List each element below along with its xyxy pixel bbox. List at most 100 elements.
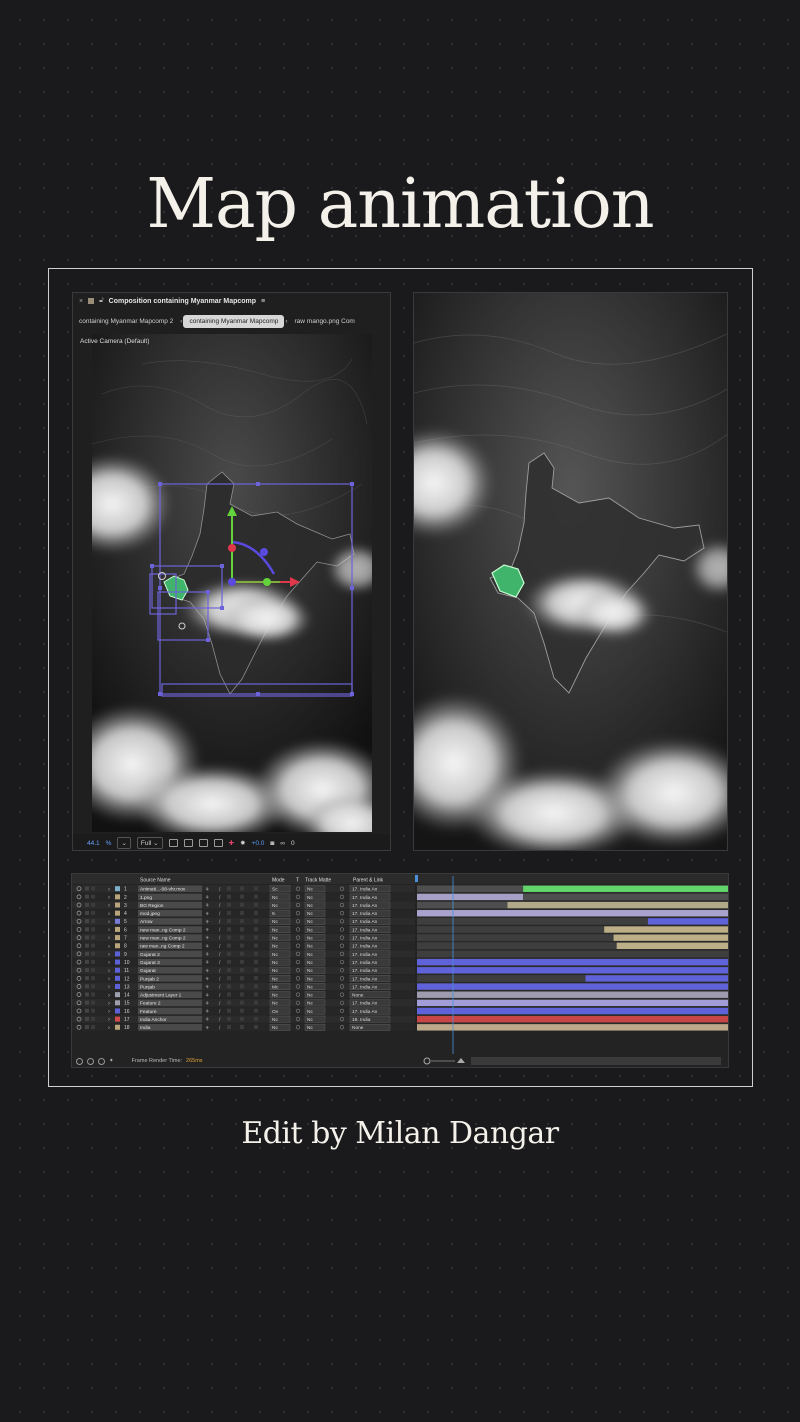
- lock-toggle-icon[interactable]: [91, 1008, 95, 1013]
- solo-toggle-icon[interactable]: [85, 910, 89, 915]
- effect-switch-icon[interactable]: [227, 1016, 231, 1021]
- layer-duration-bar[interactable]: [523, 885, 729, 892]
- 3d-layer-switch-icon[interactable]: [254, 927, 258, 932]
- lock-toggle-icon[interactable]: [91, 1000, 95, 1005]
- resolution-dropdown[interactable]: Full ⌄: [136, 837, 163, 849]
- solo-toggle-icon[interactable]: [85, 968, 89, 972]
- expand-chevron-icon[interactable]: ›: [108, 911, 110, 917]
- mode-value[interactable]: Nc: [272, 952, 278, 958]
- track-matte-value[interactable]: Nc: [307, 887, 313, 893]
- 3d-layer-switch-icon[interactable]: [254, 984, 258, 989]
- lock-toggle-icon[interactable]: [91, 992, 95, 997]
- 3d-layer-switch-icon[interactable]: [254, 894, 258, 899]
- lock-toggle-icon[interactable]: [91, 886, 95, 891]
- parent-value[interactable]: 17. India An: [352, 1009, 378, 1015]
- track-matte-value[interactable]: Nc: [307, 927, 313, 933]
- label-color-swatch[interactable]: [115, 894, 120, 900]
- mode-value[interactable]: Nc: [272, 976, 278, 982]
- track-matte-value[interactable]: Nc: [307, 952, 313, 958]
- panel-menu-icon[interactable]: ≡: [261, 298, 265, 305]
- shy-switch-icon[interactable]: ⚘: [205, 985, 209, 991]
- layer-duration-bar[interactable]: [585, 975, 729, 982]
- shy-switch-icon[interactable]: ⚘: [205, 928, 209, 934]
- expand-chevron-icon[interactable]: ›: [108, 985, 110, 991]
- expand-chevron-icon[interactable]: ›: [108, 919, 110, 925]
- region-of-interest-icon[interactable]: [168, 839, 178, 847]
- shy-switch-icon[interactable]: ⚘: [205, 936, 209, 942]
- mode-value[interactable]: Mc: [272, 984, 279, 990]
- motion-blur-switch-icon[interactable]: [240, 943, 244, 948]
- effect-switch-icon[interactable]: [227, 992, 231, 997]
- motion-blur-switch-icon[interactable]: [240, 951, 244, 956]
- expand-chevron-icon[interactable]: ›: [108, 952, 110, 958]
- effect-switch-icon[interactable]: [227, 886, 231, 891]
- expand-chevron-icon[interactable]: ›: [108, 960, 110, 966]
- label-color-swatch[interactable]: [115, 959, 120, 965]
- shy-switch-icon[interactable]: ⚘: [205, 903, 209, 909]
- motion-blur-switch-icon[interactable]: [240, 1016, 244, 1021]
- layer-name[interactable]: Punjab: [140, 984, 155, 990]
- zoom-value[interactable]: 44.1: [87, 840, 100, 847]
- graph-editor-icon[interactable]: [87, 1057, 94, 1065]
- label-color-swatch[interactable]: [115, 984, 120, 989]
- layer-name[interactable]: Arrow: [140, 919, 153, 925]
- lock-toggle-icon[interactable]: [91, 894, 95, 899]
- expand-chevron-icon[interactable]: ›: [108, 887, 110, 893]
- layer-name[interactable]: mod.jpeg: [140, 911, 160, 917]
- solo-toggle-icon[interactable]: [85, 1025, 89, 1030]
- 3d-layer-switch-icon[interactable]: [254, 951, 258, 956]
- expand-chevron-icon[interactable]: ›: [108, 895, 110, 901]
- track-matte-value[interactable]: Nc: [307, 944, 313, 950]
- solo-toggle-icon[interactable]: [85, 886, 89, 891]
- shy-switch-icon[interactable]: ⚘: [205, 968, 209, 974]
- layer-name[interactable]: new man..ng Comp 2: [140, 927, 186, 933]
- motion-blur-switch-icon[interactable]: [240, 976, 244, 981]
- shy-switch-icon[interactable]: ⚘: [205, 960, 209, 966]
- 3d-layer-switch-icon[interactable]: [254, 959, 258, 964]
- parent-value[interactable]: 17. India An: [352, 976, 378, 982]
- mode-value[interactable]: Nc: [272, 903, 278, 909]
- label-color-swatch[interactable]: [115, 992, 120, 998]
- label-color-swatch[interactable]: [115, 935, 120, 941]
- layer-duration-bar[interactable]: [417, 975, 586, 982]
- track-matte-value[interactable]: Nc: [307, 993, 313, 999]
- mask-visibility-icon[interactable]: [213, 839, 223, 847]
- lock-toggle-icon[interactable]: [91, 1016, 95, 1021]
- exposure-value[interactable]: +0.0: [252, 840, 265, 847]
- layer-duration-bar[interactable]: [417, 926, 605, 933]
- mode-value[interactable]: Nc: [272, 927, 278, 933]
- effect-switch-icon[interactable]: [227, 984, 231, 989]
- layer-duration-bar[interactable]: [417, 983, 729, 990]
- layer-duration-bar[interactable]: [616, 942, 729, 949]
- track-matte-value[interactable]: Nc: [307, 960, 313, 966]
- shy-switch-icon[interactable]: ⚘: [205, 1017, 209, 1023]
- shy-switch-icon[interactable]: ⚘: [205, 993, 209, 999]
- layer-name[interactable]: Gujarat: [140, 968, 156, 974]
- parent-value[interactable]: 17. India An: [352, 960, 378, 966]
- lock-toggle-icon[interactable]: [91, 968, 95, 972]
- lock-toggle-icon[interactable]: [91, 910, 95, 915]
- effect-switch-icon[interactable]: [227, 976, 231, 981]
- motion-blur-switch-icon[interactable]: [240, 886, 244, 891]
- expand-chevron-icon[interactable]: ›: [108, 944, 110, 950]
- lock-toggle-icon[interactable]: [91, 976, 95, 981]
- shy-switch-icon[interactable]: ⚘: [205, 895, 209, 901]
- layer-name[interactable]: Gujarat 2: [140, 952, 160, 958]
- layer-duration-bar[interactable]: [417, 950, 729, 958]
- effect-switch-icon[interactable]: [227, 1025, 231, 1030]
- draft-3d-icon[interactable]: ✦: [109, 1058, 114, 1064]
- layer-duration-bar[interactable]: [417, 1016, 729, 1023]
- solo-toggle-icon[interactable]: [85, 951, 89, 956]
- label-color-swatch[interactable]: [115, 886, 120, 892]
- composition-viewer[interactable]: [73, 334, 390, 850]
- parent-value[interactable]: None: [352, 1025, 364, 1031]
- lock-toggle-icon[interactable]: [91, 1025, 95, 1030]
- motion-blur-switch-icon[interactable]: [240, 894, 244, 899]
- expand-chevron-icon[interactable]: ›: [108, 903, 110, 909]
- solo-toggle-icon[interactable]: [85, 927, 89, 932]
- 3d-layer-switch-icon[interactable]: [254, 910, 258, 915]
- mode-value[interactable]: Nc: [272, 993, 278, 999]
- parent-value[interactable]: 17. India An: [352, 887, 378, 893]
- mode-value[interactable]: Nc: [272, 960, 278, 966]
- layer-duration-bar[interactable]: [417, 901, 508, 909]
